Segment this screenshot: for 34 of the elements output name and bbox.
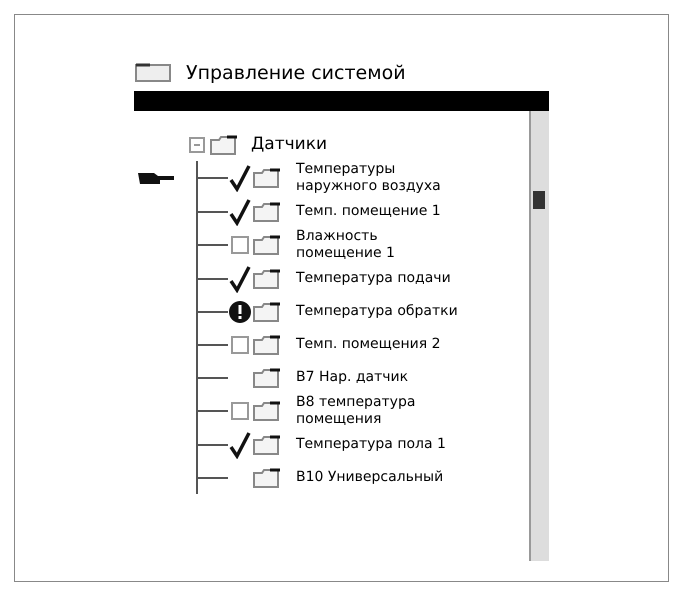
expand-toggle[interactable] (189, 137, 205, 153)
folder-icon (252, 200, 282, 222)
tree-item[interactable]: Температура обратки (296, 303, 458, 320)
tree-item[interactable]: Температура подачи (296, 270, 451, 287)
folder-icon (252, 300, 282, 322)
checkbox[interactable] (231, 402, 249, 420)
check-icon[interactable] (228, 264, 252, 292)
tree-item[interactable]: Темп. помещение 1 (296, 203, 441, 220)
tree-item[interactable]: B10 Универсальный (296, 469, 444, 486)
check-icon[interactable] (228, 198, 252, 226)
check-icon[interactable] (228, 430, 252, 458)
tree-item[interactable]: Температура пола 1 (296, 436, 446, 453)
folder-icon (252, 366, 282, 388)
checkbox[interactable] (231, 236, 249, 254)
window-title: Управление системой (186, 60, 406, 86)
folder-icon (209, 134, 239, 156)
scrollbar-thumb[interactable] (533, 191, 545, 209)
folder-icon (252, 167, 282, 189)
scrollbar[interactable] (529, 111, 549, 561)
tree-item[interactable]: B8 температура помещения (296, 394, 416, 428)
tree-item[interactable]: Влажность помещение 1 (296, 228, 395, 262)
tree-item[interactable]: B7 Нар. датчик (296, 369, 408, 386)
folder-icon (252, 234, 282, 256)
tree-item[interactable]: Датчики (251, 132, 328, 158)
folder-icon (252, 466, 282, 488)
folder-icon (252, 400, 282, 422)
check-icon[interactable] (228, 164, 252, 192)
tree-item[interactable]: Температуры наружного воздуха (296, 161, 441, 195)
folder-icon (252, 434, 282, 456)
checkbox[interactable] (231, 336, 249, 354)
folder-icon (252, 334, 282, 356)
tree-item[interactable]: Темп. помещения 2 (296, 336, 441, 353)
folder-icon (252, 268, 282, 290)
window-icon (134, 61, 174, 85)
